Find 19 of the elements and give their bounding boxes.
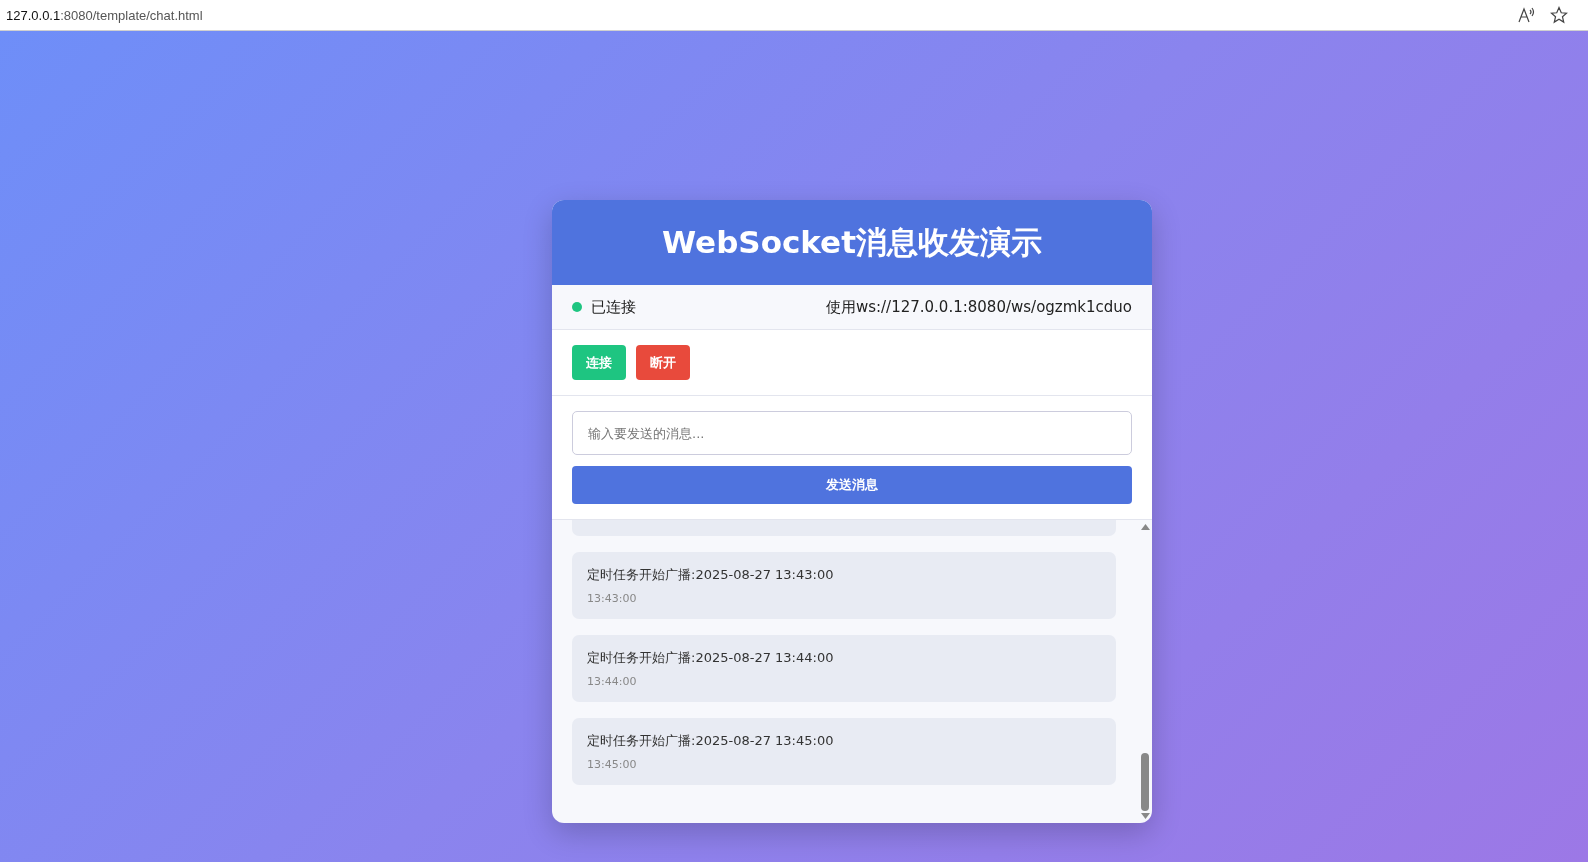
message-time: 13:45:00	[587, 758, 638, 771]
message-time: 13:43:00	[587, 592, 638, 605]
send-button[interactable]: 发送消息	[572, 466, 1132, 504]
scroll-down-icon[interactable]	[1140, 813, 1150, 819]
read-aloud-icon[interactable]	[1518, 7, 1536, 23]
scroll-up-icon[interactable]	[1140, 524, 1150, 530]
status-label: 已连接	[591, 297, 636, 317]
disconnect-button[interactable]: 断开	[636, 345, 690, 380]
address-bar[interactable]: 127.0.0.1:8080/template/chat.html	[6, 7, 1518, 23]
message-time: 13:44:00	[587, 675, 638, 688]
message-text: 定时任务开始广播:2025-08-27 13:44:00	[587, 649, 835, 667]
endpoint-text: 使用ws://127.0.0.1:8080/ws/ogzmk1cduo	[825, 297, 1132, 317]
star-icon[interactable]	[1550, 6, 1568, 24]
chat-title: WebSocket消息收发演示	[662, 222, 1042, 262]
scrollbar-thumb[interactable]	[1141, 753, 1149, 811]
message-input[interactable]: 输入要发送的消息...	[572, 411, 1132, 455]
connect-button[interactable]: 连接	[572, 345, 626, 380]
message-text: 定时任务开始广播:2025-08-27 13:43:00	[587, 566, 835, 584]
message-text: 定时任务开始广播:2025-08-27 13:45:00	[587, 732, 835, 750]
